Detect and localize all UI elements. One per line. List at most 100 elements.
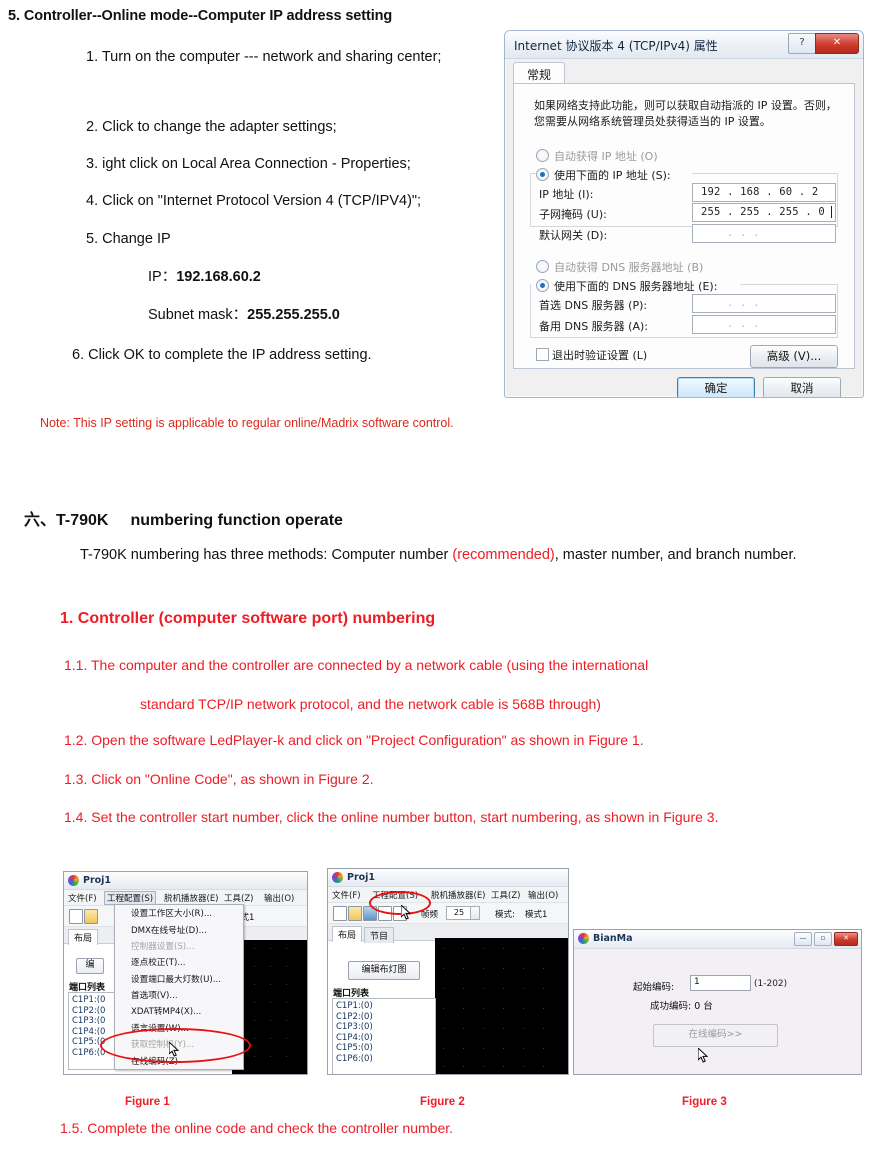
section5-mask-line: Subnet mask：255.255.255.0 xyxy=(148,306,340,324)
label-alternate-dns: 备用 DNS 服务器 (A): xyxy=(539,320,648,333)
fig1-dropdown-item-point-correction[interactable]: 逐点校正(T)... xyxy=(115,954,243,970)
fig3-online-code-button[interactable]: 在线编码>> xyxy=(653,1024,778,1047)
fig2-fps-spinner[interactable] xyxy=(470,906,480,920)
fig1-menu-file[interactable]: 文件(F) xyxy=(68,892,97,904)
figure-3-screenshot: BianMa — ▫ ✕ 起始编码: 1 (1-202) 成功编码: 0 台 在… xyxy=(573,929,862,1075)
radio-auto-ip[interactable] xyxy=(536,149,549,162)
section5-step-4: 4. Click on "Internet Protocol Version 4… xyxy=(86,193,422,209)
open-file-icon[interactable] xyxy=(348,906,362,921)
fig2-mode-label: 模式: xyxy=(495,910,515,920)
section5-note: Note: This IP setting is applicable to r… xyxy=(40,416,454,430)
fig2-led-canvas xyxy=(435,938,568,1074)
fig3-body: 起始编码: 1 (1-202) 成功编码: 0 台 在线编码>> xyxy=(578,952,857,1070)
item-1-1-line1: 1.1. The computer and the controller are… xyxy=(64,657,649,673)
figure-1-caption: Figure 1 xyxy=(125,1096,170,1108)
fig2-menubar: 文件(F) 工程配置(S) 脱机播放器(E) 工具(Z) 输出(O) xyxy=(328,887,568,903)
new-file-icon[interactable] xyxy=(69,909,83,924)
fig1-port-item: C1P1:(0 xyxy=(72,995,106,1005)
radio-auto-dns-label: 自动获得 DNS 服务器地址 (B) xyxy=(554,261,704,274)
dialog-description: 如果网络支持此功能，则可以获取自动指派的 IP 设置。否则， 您需要从网络系统管… xyxy=(534,98,840,130)
figure-2-screenshot: Proj1 文件(F) 工程配置(S) 脱机播放器(E) 工具(Z) 输出(O)… xyxy=(327,868,569,1075)
maximize-icon[interactable]: ▫ xyxy=(814,932,832,946)
fig2-port-item: C1P4:(0) xyxy=(336,1032,373,1043)
close-icon[interactable]: ✕ xyxy=(834,932,858,946)
fig2-port-item: C1P1:(0) xyxy=(336,1001,373,1011)
fig1-tab-layout[interactable]: 布局 xyxy=(68,929,99,945)
cancel-button[interactable]: 取消 xyxy=(763,377,841,397)
ok-button[interactable]: 确定 xyxy=(677,377,755,397)
advanced-button[interactable]: 高级 (V)... xyxy=(750,345,838,368)
fig1-dropdown-item-preferences[interactable]: 首选项(V)... xyxy=(115,987,243,1003)
input-ip-address[interactable]: 192 . 168 . 60 . 2 xyxy=(692,183,836,202)
fig1-dropdown-item-workspace-size[interactable]: 设置工作区大小(R)... xyxy=(115,905,243,921)
close-icon[interactable]: ✕ xyxy=(815,33,859,54)
input-default-gateway[interactable]: . . . xyxy=(692,224,836,243)
fig2-menu-file[interactable]: 文件(F) xyxy=(332,889,361,901)
dialog-body: 常规 如果网络支持此功能，则可以获取自动指派的 IP 设置。否则， 您需要从网络… xyxy=(513,62,855,397)
ip-group-right-edge xyxy=(837,173,838,227)
ip-group-rule xyxy=(692,173,838,174)
fig2-edit-layout-button[interactable]: 编辑布灯图 xyxy=(348,961,420,980)
fig2-titlebar: Proj1 xyxy=(328,869,568,887)
new-file-icon[interactable] xyxy=(333,906,347,921)
fig2-menu-output[interactable]: 输出(O) xyxy=(528,889,558,901)
fig2-port-list[interactable]: C1P1:(0) C1P2:(0) C1P3:(0) C1P4:(0) C1P5… xyxy=(332,998,436,1074)
fig1-titlebar: Proj1 xyxy=(64,872,307,890)
section5-step-3: 3. ight click on Local Area Connection -… xyxy=(86,156,411,172)
fig2-port-item: C1P6:(0) xyxy=(336,1053,373,1064)
radio-auto-dns[interactable] xyxy=(536,260,549,273)
input-subnet-mask[interactable]: 255 . 255 . 255 . 0 xyxy=(692,203,836,222)
label-subnet-mask: 子网掩码 (U): xyxy=(539,208,607,221)
fig1-port-item: C1P3:(0 xyxy=(72,1016,106,1026)
radio-manual-ip[interactable] xyxy=(536,168,549,181)
app-logo-icon xyxy=(68,875,79,886)
checkbox-validate-on-exit[interactable] xyxy=(536,348,549,361)
radio-manual-dns-label: 使用下面的 DNS 服务器地址 (E): xyxy=(554,280,718,293)
input-alternate-dns-value: . . . xyxy=(727,318,760,330)
radio-manual-dns[interactable] xyxy=(536,279,549,292)
tcpip-properties-dialog: Internet 协议版本 4 (TCP/IPv4) 属性 ? ✕ 常规 如果网… xyxy=(504,30,864,398)
app-logo-icon xyxy=(332,872,343,883)
fig1-menu-output[interactable]: 输出(O) xyxy=(264,892,294,904)
fig2-tab-layout[interactable]: 布局 xyxy=(332,926,363,942)
fig2-tab-program[interactable]: 节目 xyxy=(364,927,395,943)
fig2-fps-input[interactable]: 25 xyxy=(446,906,472,920)
fig1-menu-offline-player[interactable]: 脱机播放器(E) xyxy=(164,892,219,904)
fig1-dropdown-item-xdat-to-mp4[interactable]: XDAT转MP4(X)... xyxy=(115,1003,243,1019)
input-alternate-dns[interactable]: . . . xyxy=(692,315,836,334)
figure-3-caption: Figure 3 xyxy=(682,1096,727,1108)
input-preferred-dns-value: . . . xyxy=(727,297,760,309)
section6-intro-a: T-790K numbering has three methods: Comp… xyxy=(80,547,453,563)
fig1-window-title: Proj1 xyxy=(83,875,112,886)
fig1-port-list[interactable]: C1P1:(0 C1P2:(0 C1P3:(0 C1P4:(0 C1P5:(0 … xyxy=(68,992,116,1070)
fig1-menu-project-config[interactable]: 工程配置(S) xyxy=(104,891,157,905)
help-icon[interactable]: ? xyxy=(788,33,816,54)
fig1-edit-layout-button[interactable]: 编 xyxy=(76,958,104,974)
fig1-dropdown-item-max-lights[interactable]: 设置端口最大灯数(U)... xyxy=(115,971,243,987)
label-ip-address: IP 地址 (I): xyxy=(539,188,594,201)
fig2-menu-offline-player[interactable]: 脱机播放器(E) xyxy=(431,889,486,901)
input-preferred-dns[interactable]: . . . xyxy=(692,294,836,313)
fig1-port-item: C1P2:(0 xyxy=(72,1005,106,1016)
section6-intro-recommended: (recommended) xyxy=(452,547,555,563)
fig3-start-code-input[interactable]: 1 xyxy=(690,975,751,991)
fig1-dropdown-item-dmx-address[interactable]: DMX在线号址(D)... xyxy=(115,921,243,937)
fig3-window-title: BianMa xyxy=(593,933,633,944)
checkbox-validate-on-exit-label: 退出时验证设置 (L) xyxy=(552,349,648,362)
fig3-range-hint: (1-202) xyxy=(754,979,788,989)
fig1-menu-tools[interactable]: 工具(Z) xyxy=(224,892,253,904)
open-file-icon[interactable] xyxy=(84,909,98,924)
fig3-start-code-label: 起始编码: xyxy=(633,982,675,993)
fig2-menu-tools[interactable]: 工具(Z) xyxy=(491,889,520,901)
section5-step-6: 6. Click OK to complete the IP address s… xyxy=(72,347,372,363)
section5-heading: 5. Controller--Online mode--Computer IP … xyxy=(8,8,393,24)
input-default-gateway-value: . . . xyxy=(727,227,760,239)
section6-intro-paragraph: T-790K numbering has three methods: Comp… xyxy=(8,545,866,566)
dialog-tab-panel: 如果网络支持此功能，则可以获取自动指派的 IP 设置。否则， 您需要从网络系统管… xyxy=(513,83,855,369)
dialog-titlebar: Internet 协议版本 4 (TCP/IPv4) 属性 ? ✕ xyxy=(505,31,863,59)
section6-heading-model: T-790K xyxy=(56,512,109,529)
minimize-icon[interactable]: — xyxy=(794,932,812,946)
item-1-4: 1.4. Set the controller start number, cl… xyxy=(64,809,719,825)
fig3-success-count: 成功编码: 0 台 xyxy=(650,1001,713,1012)
fig2-port-item: C1P5:(0) xyxy=(336,1043,373,1053)
